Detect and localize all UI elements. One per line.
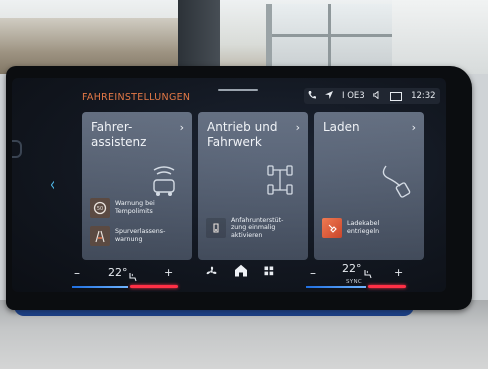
seat-heating-icon[interactable] (363, 264, 373, 283)
chevron-right-icon: › (411, 121, 416, 134)
background-pillar (178, 0, 220, 74)
passenger-temp-increase-button[interactable]: + (394, 266, 403, 279)
passenger-temp-decrease-button[interactable]: – (310, 266, 316, 280)
pull-down-handle[interactable] (218, 89, 258, 91)
svg-text:50: 50 (97, 206, 103, 212)
lane-departure-icon (90, 226, 110, 246)
status-bar[interactable]: I OE3 12:32 (304, 88, 440, 104)
background-door (266, 4, 392, 74)
passenger-temp-bar-cold (306, 286, 366, 288)
driver-temp-increase-button[interactable]: + (164, 266, 173, 279)
navigation-arrow-icon (325, 90, 334, 102)
page-title: FAHREINSTELLUNGEN (82, 92, 191, 103)
item-label: Ladekabel entriegeln (347, 220, 380, 235)
list-item-lane-departure[interactable]: Spurverlassens-warnung (90, 224, 188, 248)
list-item-speed-limit-warning[interactable]: 50 Warnung bei Tempolimits (90, 196, 188, 220)
apps-grid-icon[interactable] (264, 266, 274, 279)
card-title-text: Fahrer-assistenz (91, 120, 147, 149)
sync-label[interactable]: SYNC (346, 279, 362, 285)
card-drive-chassis[interactable]: Antrieb und Fahrwerk › Anfahrunterstüt-zu… (198, 112, 308, 260)
radio-station: I OE3 (341, 91, 365, 101)
driver-temp-decrease-button[interactable]: – (74, 266, 80, 280)
climate-bar: – 22° + – 22° SYNC + (12, 262, 446, 292)
edge-tab-icon[interactable] (12, 140, 22, 158)
seat-heating-icon[interactable] (128, 267, 138, 286)
speaker-icon (373, 90, 381, 102)
hill-start-icon (206, 218, 226, 238)
car-sensor-icon (153, 166, 175, 196)
axle-icon (267, 165, 293, 195)
previous-page-arrow-icon[interactable]: ‹ (50, 175, 55, 196)
charging-plug-icon (382, 165, 411, 198)
infotainment-screen: FAHREINSTELLUNGEN I OE3 12:32 ‹ Fahrer-a… (12, 78, 446, 292)
card-charging[interactable]: Laden › Ladekabel entriegeln (314, 112, 424, 260)
passenger-temp-bar-warm (368, 285, 406, 288)
clock: 12:32 (411, 91, 436, 101)
card-title: Laden (323, 120, 403, 135)
passenger-temperature[interactable]: 22° (342, 262, 362, 275)
driver-temperature[interactable]: 22° (108, 266, 128, 279)
item-label: Anfahrunterstüt-zung einmalig aktivieren (231, 216, 284, 239)
card-title: Fahrer-assistenz (91, 120, 171, 150)
home-icon[interactable] (234, 264, 248, 280)
speed-limit-icon: 50 (90, 198, 110, 218)
card-title: Antrieb und Fahrwerk (207, 120, 287, 150)
item-label: Warnung bei Tempolimits (115, 200, 155, 215)
list-item-unlock-cable[interactable]: Ladekabel entriegeln (322, 216, 420, 240)
card-title-text: Antrieb und Fahrwerk (207, 120, 278, 149)
charging-cable-icon (322, 218, 342, 238)
background-window-right (392, 0, 488, 74)
card-title-text: Laden (323, 120, 360, 134)
chevron-right-icon: › (179, 121, 184, 134)
item-label: Spurverlassens-warnung (115, 228, 166, 243)
list-item-hill-start[interactable]: Anfahrunterstüt-zung einmalig aktivieren (206, 216, 304, 240)
screen-badge-icon (390, 91, 403, 101)
chevron-right-icon: › (295, 121, 300, 134)
driver-temp-bar-cold (72, 286, 128, 288)
card-driver-assistance[interactable]: Fahrer-assistenz › 50 Warnung bei Tempol… (82, 112, 192, 260)
phone-settings-icon (308, 90, 317, 102)
fan-icon[interactable] (206, 266, 217, 280)
driver-temp-bar-warm (130, 285, 178, 288)
